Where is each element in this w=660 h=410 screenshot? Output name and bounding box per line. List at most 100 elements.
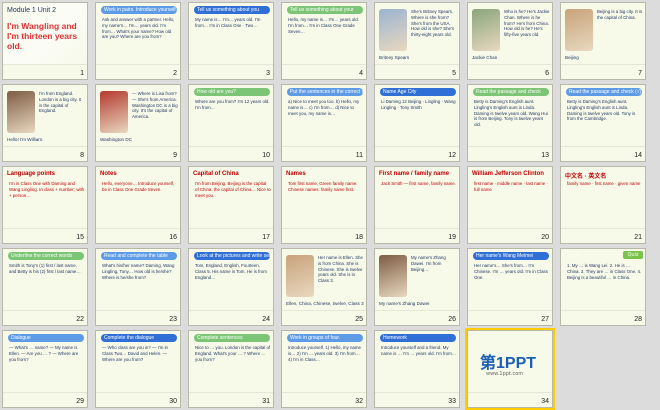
slide-title: Read the passage and check	[476, 89, 541, 95]
slide-body-text: Hello, everyone… Introduce yourself, be …	[102, 181, 175, 192]
slide-body-text: What's his/her name? Daming, Wang Lingli…	[102, 263, 175, 280]
slide-title: William Jefferson Clinton	[472, 171, 544, 177]
slide-thumbnail[interactable]: Names Tom first name, Green family name. …	[281, 166, 367, 244]
slide-body-text: first name · middle name · last name · f…	[474, 181, 548, 192]
slide-number: 29	[76, 398, 84, 405]
slide-content: Tell us something about your Hello, my na…	[282, 3, 366, 65]
slide-thumbnail[interactable]: Jackie Chan Who is he? He's Jackie Chan. …	[467, 2, 553, 80]
slide-body-text: family name · first name · given name	[567, 181, 641, 186]
slide-divider	[3, 146, 87, 147]
slide-divider	[96, 310, 180, 311]
slide-number: 31	[262, 398, 270, 405]
slide-title: Hello! I'm William.	[7, 137, 44, 142]
slide-thumbnail[interactable]: First name / family name Jack Smith — fir…	[374, 166, 460, 244]
slide-number: 18	[355, 234, 363, 241]
slide-content: Britney Spears She's Britney Spears. Wher…	[375, 3, 459, 65]
slide-thumbnail[interactable]: Hello! I'm William. I'm from England. Lon…	[2, 84, 88, 162]
slide-thumbnail[interactable]: Tell us something about you My name is… I…	[188, 2, 274, 80]
slide-thumbnail[interactable]: My name's Zhang Dawei My name's Zhang Daw…	[374, 248, 460, 326]
slide-title: First name / family name	[379, 171, 450, 177]
logo-url: www.1ppt.com	[486, 371, 524, 377]
slide-thumbnail[interactable]: Homework Introduce yourself and a friend.…	[374, 330, 460, 408]
slide-body-text: Who is he? He's Jackie Chan. Where is he…	[504, 9, 550, 38]
slide-body-text: Introduce yourself. 1) Hello, my name is…	[288, 345, 361, 362]
slide-content: 第1PPT www.1ppt.com	[468, 331, 552, 393]
slide-body-text: Her name's… She's from… I'm Chinese. I'm…	[474, 263, 548, 280]
slide-thumbnail[interactable]: Tell us something about your Hello, my na…	[281, 2, 367, 80]
slide-thumbnail[interactable]: Read the passage and check Betty is Damin…	[467, 84, 553, 162]
slide-title: Tell us something about your	[290, 7, 354, 13]
slide-thumbnail[interactable]: Her name's Wang Meimei Her name's… She's …	[467, 248, 553, 326]
slide-content: Ellen, China, Chinese, twelve, Class 3 He…	[282, 249, 366, 311]
slide-content: Put the sentences in the correct order. a…	[282, 85, 366, 147]
slide-content: First name / family name Jack Smith — fir…	[375, 167, 459, 229]
slide-content: Read and complete the table What's his/he…	[96, 249, 180, 311]
slide-title: Ellen, China, Chinese, twelve, Class 3	[286, 301, 364, 306]
slide-divider	[96, 392, 180, 393]
slide-photo	[100, 91, 128, 133]
slide-content: Washington DC — Where is Lisa from? — She…	[96, 85, 180, 147]
slide-content: Hello! I'm William. I'm from England. Lon…	[3, 85, 87, 147]
slide-title: Work in groups of four.	[290, 335, 341, 341]
slide-content: William Jefferson Clinton first name · mi…	[468, 167, 552, 229]
slide-number: 5	[452, 70, 456, 77]
slide-body-text: Betty is Daming's English aunt. Lingling…	[567, 99, 636, 122]
slide-thumbnail[interactable]: William Jefferson Clinton first name · mi…	[467, 166, 553, 244]
slide-number: 11	[355, 152, 363, 159]
slide-body-text: Hello, my name is… I'm… years old. I'm f…	[288, 17, 359, 34]
slide-divider	[3, 228, 87, 229]
slide-divider	[189, 310, 273, 311]
slide-content: Read the passage and check (√) Betty is D…	[561, 85, 645, 147]
slide-thumbnail[interactable]: Work in groups of four. Introduce yoursel…	[281, 330, 367, 408]
slide-content: Complete the dialogue — Who class are you…	[96, 331, 180, 393]
slide-thumbnail[interactable]: Ellen, China, Chinese, twelve, Class 3 He…	[281, 248, 367, 326]
slide-title: 中文名 · 英文名	[565, 174, 607, 180]
slide-thumbnail[interactable]: Put the sentences in the correct order. a…	[281, 84, 367, 162]
slide-thumbnail[interactable]: Washington DC — Where is Lisa from? — She…	[95, 84, 181, 162]
slide-number: 6	[545, 70, 549, 77]
slide-divider	[282, 64, 366, 65]
slide-number: 23	[169, 316, 177, 323]
slide-thumbnail[interactable]: Read the passage and check (√) Betty is D…	[560, 84, 646, 162]
slide-title: Beijing	[565, 55, 579, 60]
slide-thumbnail[interactable]: Language points I'm in Class One with Dam…	[2, 166, 88, 244]
slide-thumbnail[interactable]: Work in pairs. Introduce yourself. Ask an…	[95, 2, 181, 80]
slide-divider	[561, 228, 645, 229]
slide-title: Her name's Wang Meimei	[476, 253, 534, 259]
slide-divider	[96, 228, 180, 229]
slide-thumbnail[interactable]: Module 1 Unit 2 I'm Wangling and I'm thir…	[2, 2, 88, 80]
slide-body-text: Beijing is a big city. It is the capital…	[597, 9, 643, 20]
slide-body-text: Li Daming 12 Beijing · Lingling · Wang L…	[381, 99, 456, 110]
slide-title: Complete the dialogue	[104, 335, 155, 341]
slide-body-text: I'm from Beijing. Beijing is the capital…	[195, 181, 271, 198]
slide-thumbnail[interactable]: Look at the pictures and write sentences…	[188, 248, 274, 326]
slide-body-text: Tom, England, English, Fourteen, Class 5…	[195, 263, 267, 280]
slide-thumbnail[interactable]: Capital of China I'm from Beijing. Beijin…	[188, 166, 274, 244]
slide-thumbnail[interactable]: Name Age City Li Daming 12 Beijing · Ling…	[374, 84, 460, 162]
slide-title: Look at the pictures and write sentences…	[197, 253, 274, 259]
slide-thumbnail[interactable]: Beijing Beijing is a big city. It is the …	[560, 2, 646, 80]
slide-number: 19	[448, 234, 456, 241]
slide-photo	[286, 255, 314, 297]
slide-thumbnail[interactable]: Complete the dialogue — Who class are you…	[95, 330, 181, 408]
slide-thumbnail[interactable]: Complete sentences Nice to … you. London …	[188, 330, 274, 408]
slide-title: Read the passage and check (√)	[569, 89, 642, 95]
slide-content: Homework Introduce yourself and a friend.…	[375, 331, 459, 393]
slide-thumbnail[interactable]: Read and complete the table What's his/he…	[95, 248, 181, 326]
slide-thumbnail[interactable]: Notes Hello, everyone… Introduce yourself…	[95, 166, 181, 244]
slide-number: 22	[76, 316, 84, 323]
slide-thumbnail[interactable]: 中文名 · 英文名 family name · first name · give…	[560, 166, 646, 244]
slide-title: Read and complete the table	[104, 253, 168, 259]
slide-body-text: Nice to … you. London is the capital of …	[195, 345, 271, 362]
slide-thumbnail[interactable]: Britney Spears She's Britney Spears. Wher…	[374, 2, 460, 80]
slide-sorter-grid: Module 1 Unit 2 I'm Wangling and I'm thir…	[2, 2, 658, 410]
slide-divider	[189, 228, 273, 229]
slide-thumbnail[interactable]: Quiz 1. My … is Wang Lei. 2. He is … Chin…	[560, 248, 646, 326]
slide-thumbnail[interactable]: Underline the correct words Smith is Tony…	[2, 248, 88, 326]
slide-divider	[468, 64, 552, 65]
slide-thumbnail[interactable]: 第1PPT www.1ppt.com 34	[465, 328, 555, 410]
slide-thumbnail[interactable]: How old are you? Where are you from? I'm …	[188, 84, 274, 162]
slide-divider	[96, 64, 180, 65]
slide-thumbnail[interactable]: Dialogue — What's … name? — My name is El…	[2, 330, 88, 408]
slide-photo	[379, 255, 407, 297]
